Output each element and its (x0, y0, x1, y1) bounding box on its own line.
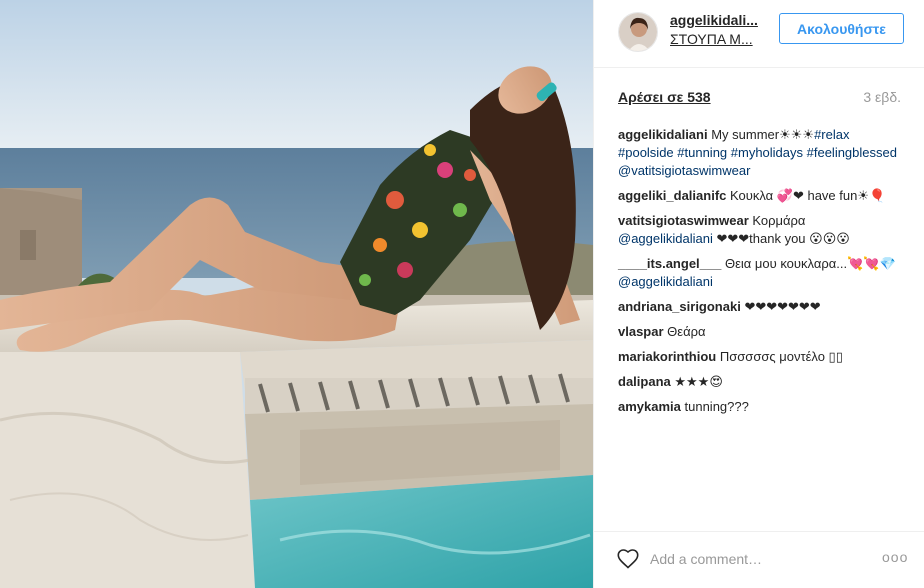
comment-username[interactable]: dalipana (618, 374, 671, 389)
comment-username[interactable]: aggeliki_dalianifc (618, 188, 726, 203)
comment-text: Θεάρα (663, 324, 706, 339)
comment-item: aggeliki_dalianifc Κουκλα 💞❤ have fun☀🎈 (618, 187, 901, 205)
post-photo-image (0, 0, 593, 588)
comment-text: My summer☀☀☀ (707, 127, 815, 142)
comment-text: Κορμάρα (748, 213, 806, 228)
more-options-icon[interactable]: ooo (882, 549, 908, 565)
comment-item: mariakorinthiou Πσσσσσς μοντέλο ▯▯ (618, 348, 901, 366)
comment-text: tunning??? (680, 399, 749, 414)
comment-text: Θεια μου κουκλαρα...💘💘💎 (721, 256, 896, 271)
comment-text-continued: ❤❤❤thank you 😮😮😮 (712, 231, 850, 246)
comment-text: ★★★😍 (670, 374, 723, 389)
comment-mention[interactable]: @aggelikidaliani (618, 274, 713, 289)
comment-username[interactable]: ____its.angel___ (618, 256, 721, 271)
comment-username[interactable]: vatitsigiotaswimwear (618, 213, 749, 228)
comment-item: amykamia tunning??? (618, 398, 901, 416)
likes-row: Αρέσει σε 538 3 εβδ. (618, 88, 901, 108)
add-comment-input[interactable] (650, 549, 870, 569)
follow-button[interactable]: Ακολουθήστε (779, 13, 904, 44)
post-location[interactable]: ΣΤΟΥΠΑ Μ... (670, 31, 753, 47)
post-username[interactable]: aggelikidali... (670, 12, 758, 28)
comment-username[interactable]: andriana_sirigonaki (618, 299, 741, 314)
comment-text: Κουκλα 💞❤ have fun☀🎈 (726, 188, 886, 203)
comment-username[interactable]: aggelikidaliani (618, 127, 708, 142)
comment-text: ❤❤❤❤❤❤❤ (740, 299, 821, 314)
post-side-panel: aggelikidali... ΣΤΟΥΠΑ Μ... Ακολουθήστε … (593, 0, 924, 588)
comment-text: Πσσσσσς μοντέλο ▯▯ (716, 349, 843, 364)
comment-username[interactable]: mariakorinthiou (618, 349, 716, 364)
comment-item: aggelikidaliani My summer☀☀☀#relax #pool… (618, 126, 901, 180)
comment-item: andriana_sirigonaki ❤❤❤❤❤❤❤ (618, 298, 901, 316)
avatar[interactable] (618, 12, 658, 52)
post-photo[interactable] (0, 0, 593, 588)
post-header: aggelikidali... ΣΤΟΥΠΑ Μ... Ακολουθήστε (594, 0, 924, 68)
comments-list: aggelikidaliani My summer☀☀☀#relax #pool… (618, 126, 901, 423)
comment-item: vatitsigiotaswimwear Κορμάρα @aggelikida… (618, 212, 901, 248)
avatar-image (619, 13, 657, 51)
post-footer: ooo (594, 531, 924, 588)
heart-outline-icon[interactable] (616, 547, 640, 571)
comment-username[interactable]: vlaspar (618, 324, 664, 339)
comment-item: vlaspar Θεάρα (618, 323, 901, 341)
comment-mention[interactable]: @aggelikidaliani (618, 231, 713, 246)
comment-item: ____its.angel___ Θεια μου κουκλαρα...💘💘💎… (618, 255, 901, 291)
comment-item: dalipana ★★★😍 (618, 373, 901, 391)
post-time[interactable]: 3 εβδ. (863, 89, 901, 105)
comment-username[interactable]: amykamia (618, 399, 681, 414)
likes-count[interactable]: Αρέσει σε 538 (618, 89, 711, 105)
